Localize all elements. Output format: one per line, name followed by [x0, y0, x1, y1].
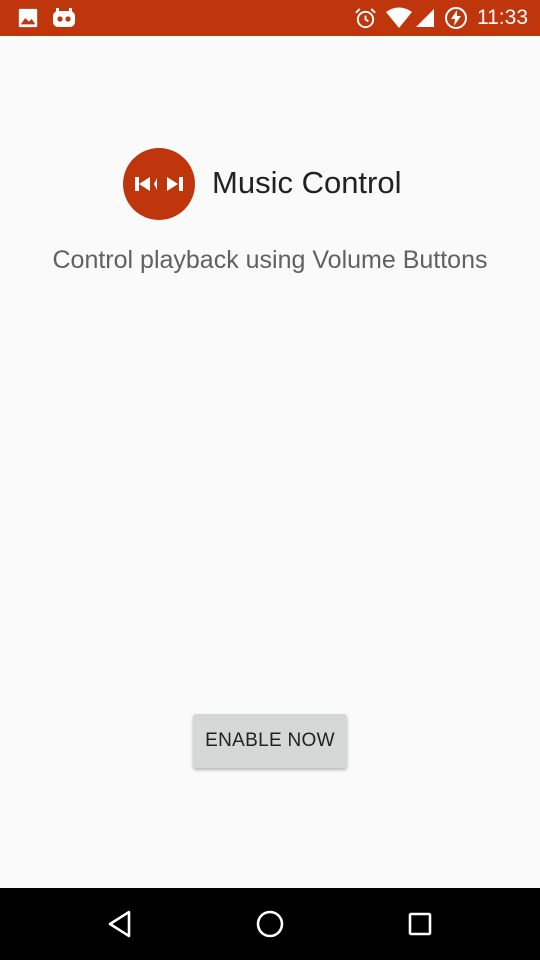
recents-button[interactable] — [380, 888, 460, 960]
cyanogen-icon — [51, 6, 77, 30]
battery-charging-icon — [444, 6, 468, 30]
skip-prev-next-icon — [123, 148, 195, 220]
app-logo — [123, 148, 195, 220]
recents-icon — [408, 912, 432, 936]
home-icon — [256, 910, 284, 938]
back-icon — [108, 910, 131, 938]
home-button[interactable] — [230, 888, 310, 960]
app-header: Music Control — [0, 146, 540, 222]
enable-now-button[interactable]: ENABLE NOW — [193, 714, 347, 768]
status-bar: 11:33 — [0, 0, 540, 36]
alarm-icon — [353, 6, 377, 30]
app-subtitle: Control playback using Volume Buttons — [52, 246, 488, 274]
image-icon — [16, 6, 40, 30]
status-time: 11:33 — [477, 6, 528, 29]
signal-icon — [414, 6, 436, 30]
app-title: Music Control — [212, 165, 402, 200]
navigation-bar — [0, 888, 540, 960]
back-button[interactable] — [80, 888, 160, 960]
wifi-icon — [385, 6, 413, 30]
